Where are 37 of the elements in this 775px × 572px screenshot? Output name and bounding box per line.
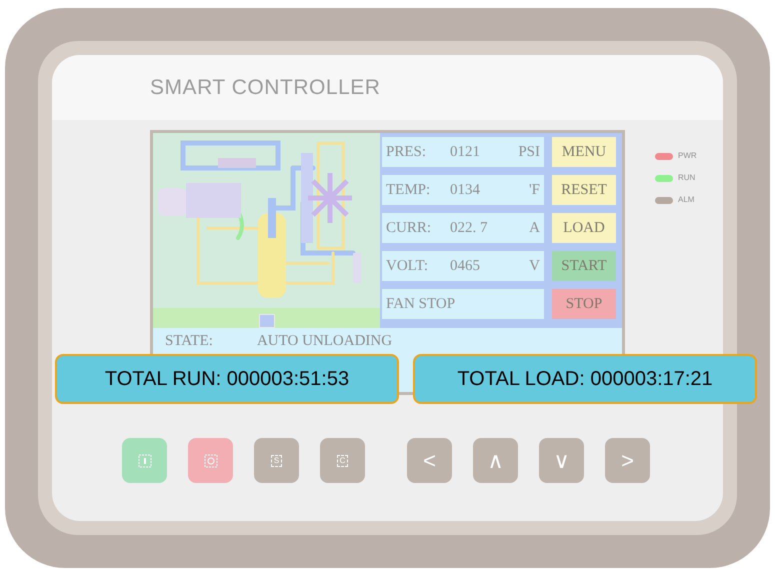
brand-title: SMART CONTROLLER	[150, 74, 380, 101]
reading-value: 0121	[450, 142, 481, 162]
keypad-key[interactable]: <	[407, 438, 452, 483]
reading-value: 0465	[450, 256, 481, 276]
keypad-key[interactable]	[122, 438, 167, 483]
keypad-key[interactable]: ∧	[473, 438, 518, 483]
runtime-callout: TOTAL RUN: 000003:51:53	[55, 354, 399, 404]
screen-button[interactable]: LOAD	[552, 213, 616, 243]
keypad-key[interactable]: >	[605, 438, 650, 483]
screen-button[interactable]: START	[552, 251, 616, 281]
reading-unit: 'F	[528, 180, 540, 200]
reading-label: TEMP:	[386, 180, 432, 200]
state-label: STATE:	[165, 332, 213, 351]
reading-label: VOLT:	[386, 256, 430, 276]
led-label: RUN	[678, 172, 696, 184]
screen-button[interactable]: RESET	[552, 175, 616, 205]
reading-unit: PSI	[518, 142, 540, 162]
keypad-key[interactable]	[188, 438, 233, 483]
reading-value: 022. 7	[450, 218, 488, 238]
keypad-key[interactable]: C	[320, 438, 365, 483]
led-label: PWR	[678, 150, 697, 162]
screen-button[interactable]: MENU	[552, 137, 616, 167]
keypad-key[interactable]: ∨	[539, 438, 584, 483]
reading-label: PRES:	[386, 142, 428, 162]
reading-unit: A	[529, 218, 540, 238]
screen-indicator-icon	[258, 314, 274, 328]
screen-button[interactable]: STOP	[552, 289, 616, 319]
run-icon	[138, 454, 152, 468]
stop-icon	[204, 454, 218, 468]
reading-value: 0134	[450, 180, 481, 200]
reading-unit: V	[529, 256, 540, 276]
state-value: AUTO UNLOADING	[256, 332, 392, 351]
led-label: ALM	[678, 194, 694, 206]
runtime-callout: TOTAL LOAD: 000003:17:21	[413, 354, 757, 404]
keypad-key[interactable]: S	[254, 438, 299, 483]
reading-label: CURR:	[386, 218, 432, 238]
status-text: FAN STOP	[386, 294, 456, 314]
